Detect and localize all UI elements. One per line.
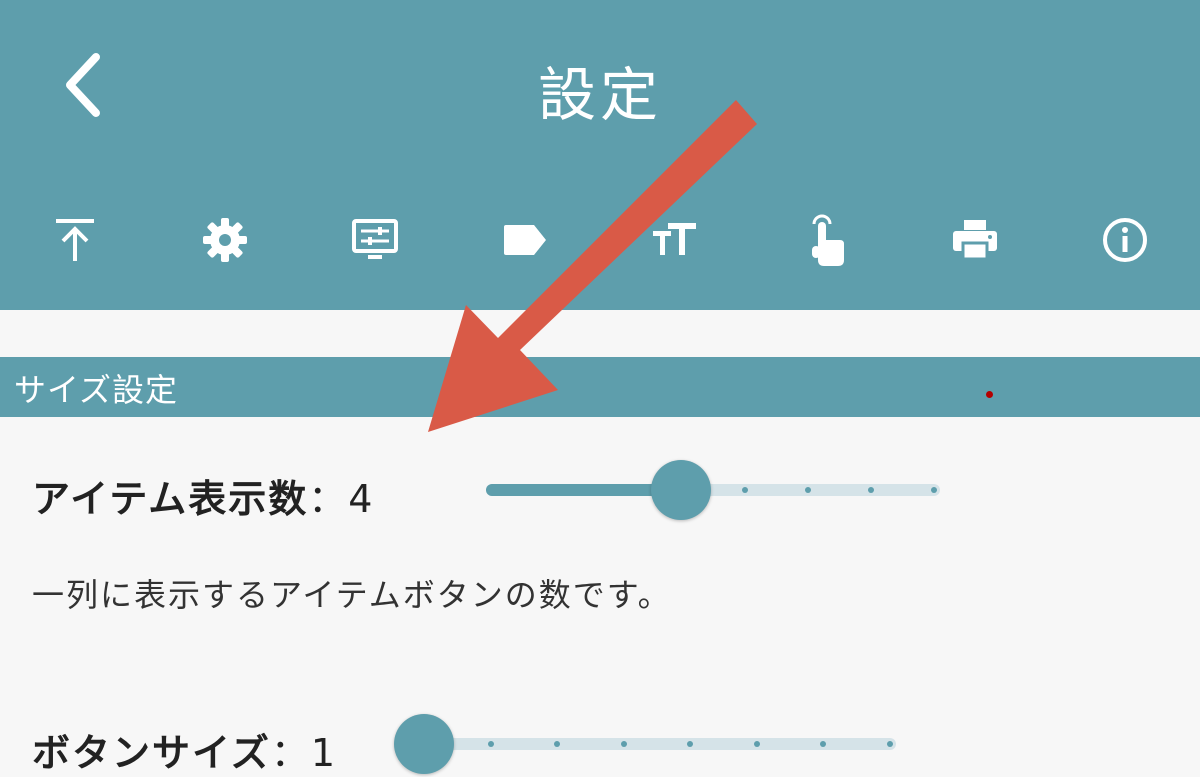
touch-icon	[812, 214, 844, 266]
indicator-dot	[986, 391, 993, 398]
item-count-label: アイテム表示数	[32, 477, 309, 521]
tab-upload[interactable]	[35, 200, 115, 280]
gear-icon	[203, 218, 247, 262]
tab-general[interactable]	[185, 200, 265, 280]
button-size-separator: ：	[270, 731, 311, 775]
button-size-label: ボタンサイズ	[32, 731, 271, 775]
slider-step-dot	[741, 487, 748, 493]
info-icon	[1103, 218, 1147, 262]
slider-thumb[interactable]	[394, 714, 454, 774]
section-header: サイズ設定	[0, 357, 1200, 417]
tab-display[interactable]	[335, 200, 415, 280]
section-title: サイズ設定	[14, 371, 179, 409]
printer-icon	[953, 220, 997, 261]
item-count-slider[interactable]	[486, 460, 940, 520]
slider-step-dot	[804, 487, 811, 493]
slider-step-dot	[487, 741, 494, 747]
item-count-description: 一列に表示するアイテムボタンの数です。	[32, 576, 672, 614]
tab-label[interactable]	[485, 200, 565, 280]
slider-step-dot	[887, 741, 893, 747]
settings-tab-bar	[0, 200, 1200, 280]
slider-step-dot	[931, 487, 937, 493]
upload-icon	[56, 219, 94, 261]
item-count-label-row: アイテム表示数：4	[32, 468, 374, 523]
tag-icon	[504, 225, 546, 255]
tab-text-size[interactable]	[635, 200, 715, 280]
page-title: 設定	[537, 61, 662, 129]
button-size-slider[interactable]	[394, 714, 896, 774]
tab-touch[interactable]	[785, 200, 865, 280]
button-size-label-row: ボタンサイズ：1	[32, 722, 337, 777]
slider-thumb[interactable]	[651, 460, 712, 520]
tab-print[interactable]	[935, 200, 1015, 280]
slider-step-dot	[753, 741, 760, 747]
text-size-icon	[653, 223, 696, 255]
item-count-value: 4	[348, 477, 375, 521]
display-settings-icon	[352, 219, 398, 259]
tab-info[interactable]	[1085, 200, 1165, 280]
slider-step-dot	[867, 487, 874, 493]
item-count-separator: ：	[308, 477, 349, 521]
app-header: 設定	[0, 0, 1200, 310]
button-size-value: 1	[310, 731, 338, 775]
slider-step-dot	[620, 741, 627, 747]
